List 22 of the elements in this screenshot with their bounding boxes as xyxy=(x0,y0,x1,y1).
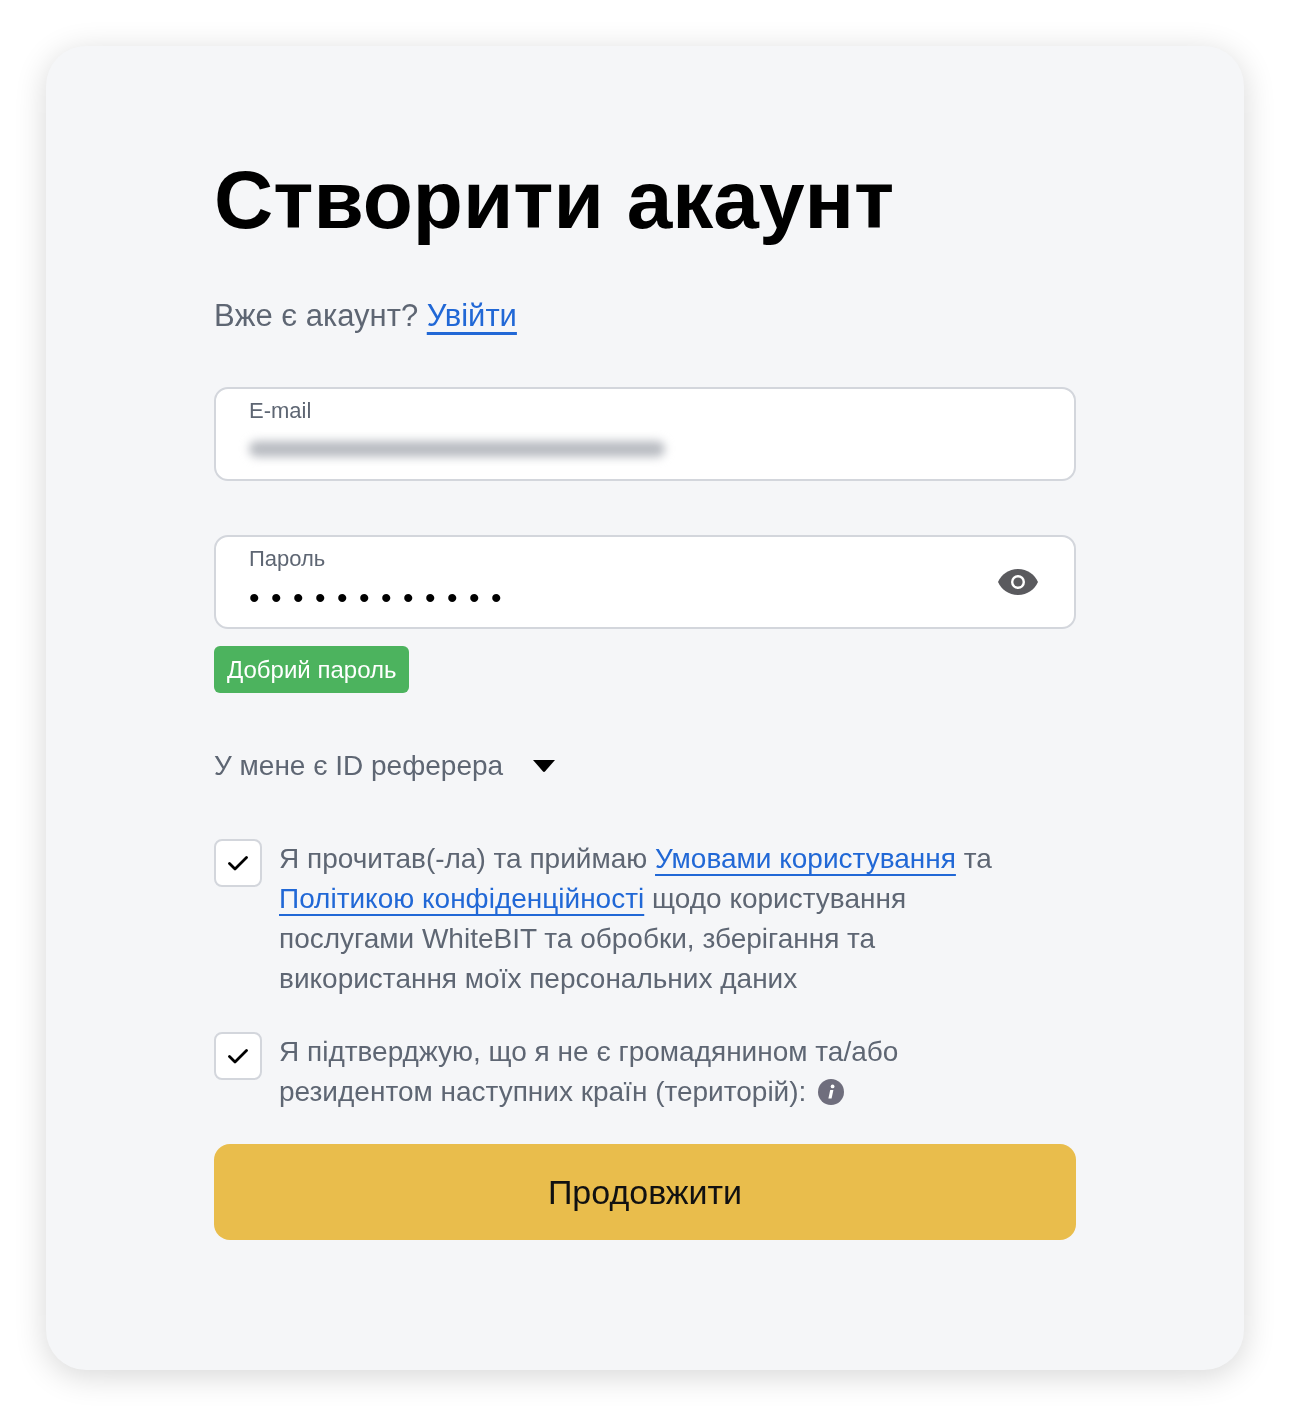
referrer-toggle[interactable]: У мене є ID реферера xyxy=(214,748,556,784)
password-value: •••••••••••• xyxy=(249,580,514,616)
checkmark-icon xyxy=(228,1048,248,1064)
field-label: E-mail xyxy=(249,397,312,425)
signin-prompt: Вже є акаунт? Увійти xyxy=(214,298,517,334)
caret-icon xyxy=(533,760,556,772)
field-label: Пароль xyxy=(249,545,326,573)
info-icon[interactable] xyxy=(818,1078,845,1105)
agreement-text: Я прочитав(-ла) та приймаю Умовами користування та Політикою конфіденційності щодо користування послугами WhiteBIT та обробки, зберігання та використання моїх персональних даних xyxy=(279,843,992,994)
inline-link[interactable]: Політикою конфіденційності xyxy=(279,883,645,914)
checkbox[interactable] xyxy=(214,1032,262,1080)
inline-link[interactable]: Умовами користування xyxy=(655,843,956,874)
continue-button[interactable]: Продовжити xyxy=(214,1144,1076,1240)
agreement-text: Я підтверджую, що я не є громадянином та/або резидентом наступних країн (територій): xyxy=(279,1036,899,1107)
password-field[interactable]: Пароль •••••••••••• xyxy=(214,535,1076,629)
checkmark-icon xyxy=(228,855,248,871)
signin-link[interactable]: Увійти xyxy=(426,298,517,333)
password-strength-badge: Добрий пароль xyxy=(214,646,410,693)
email-field[interactable]: E-mail xyxy=(214,387,1076,481)
eye-icon[interactable] xyxy=(998,569,1038,595)
checkbox[interactable] xyxy=(214,839,262,887)
page-title: Створити акаунт xyxy=(214,153,895,247)
